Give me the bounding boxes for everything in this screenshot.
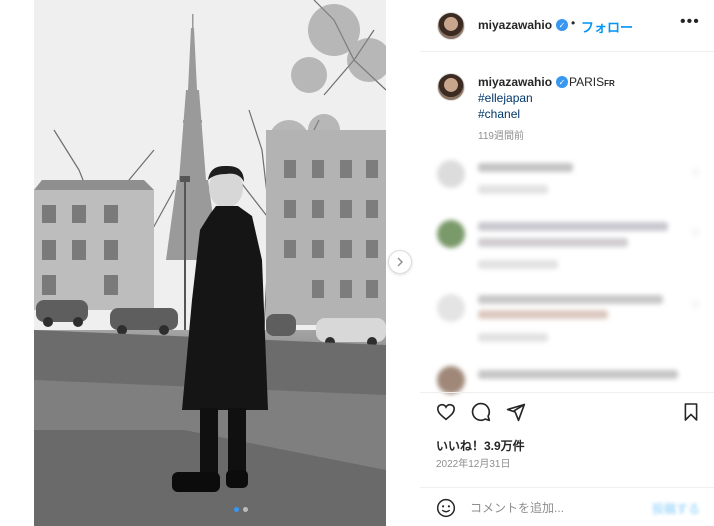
like-count[interactable]: いいね！3.9万件 xyxy=(436,437,525,454)
comment-avatar xyxy=(437,220,465,248)
username[interactable]: miyazawahio xyxy=(478,18,552,32)
carousel-next-button[interactable] xyxy=(388,250,412,274)
caption-timestamp: 119週間前 xyxy=(478,131,524,142)
comment-like-icon[interactable]: ♡ xyxy=(691,228,700,239)
separator: • xyxy=(571,16,576,30)
more-options-icon[interactable]: ••• xyxy=(680,13,700,31)
location-name: PARIS xyxy=(569,75,605,89)
caption-username[interactable]: miyazawahio xyxy=(478,75,552,89)
comment-text xyxy=(478,238,628,247)
avatar[interactable] xyxy=(437,12,465,40)
comment-like-icon[interactable]: ♡ xyxy=(691,168,700,179)
hashtag-link[interactable]: #chanel xyxy=(478,107,520,121)
post-comment-button[interactable]: 投稿する xyxy=(652,500,700,517)
hashtag-link[interactable]: #ellejapan xyxy=(478,91,533,105)
comment-meta xyxy=(478,333,548,342)
carousel-indicators xyxy=(234,507,248,512)
comments-list: ♡ ♡ ♡ xyxy=(420,148,714,394)
heart-icon[interactable] xyxy=(436,403,456,421)
comment-text xyxy=(478,295,663,304)
verified-badge-icon: ✓ xyxy=(556,19,568,31)
carousel-dot-active xyxy=(234,507,239,512)
post-photo[interactable] xyxy=(34,0,386,526)
comment-meta xyxy=(478,185,548,194)
caption-location: PARISFR xyxy=(569,75,615,89)
comment-text xyxy=(478,370,678,379)
share-icon[interactable] xyxy=(506,402,526,422)
save-icon[interactable] xyxy=(683,402,699,422)
comment-icon[interactable] xyxy=(471,402,491,422)
verified-badge-icon: ✓ xyxy=(556,76,568,88)
caption-avatar[interactable] xyxy=(437,73,465,101)
post-actions: いいね！3.9万件 2022年12月31日 投稿する xyxy=(420,392,714,526)
carousel-dot xyxy=(243,507,248,512)
comment-meta xyxy=(478,260,558,269)
location-suffix: FR xyxy=(604,79,615,88)
photo-scene xyxy=(34,0,386,526)
comment-text xyxy=(478,222,668,231)
comment-like-icon[interactable]: ♡ xyxy=(691,300,700,311)
post-date: 2022年12月31日 xyxy=(436,459,511,470)
comment-avatar xyxy=(437,294,465,322)
comment-text xyxy=(478,310,608,319)
post-header: miyazawahio ✓ • フォロー ••• xyxy=(420,0,714,52)
comment-input[interactable] xyxy=(470,498,640,518)
add-comment-bar: 投稿する xyxy=(420,487,714,526)
follow-button[interactable]: フォロー xyxy=(581,17,633,36)
post-detail-panel: miyazawahio ✓ • フォロー ••• miyazawahio ✓ P… xyxy=(420,0,714,526)
comment-text xyxy=(478,163,573,172)
comment-avatar xyxy=(437,366,465,394)
comment-avatar xyxy=(437,160,465,188)
chevron-right-icon xyxy=(397,257,403,267)
emoji-icon[interactable] xyxy=(436,498,456,518)
